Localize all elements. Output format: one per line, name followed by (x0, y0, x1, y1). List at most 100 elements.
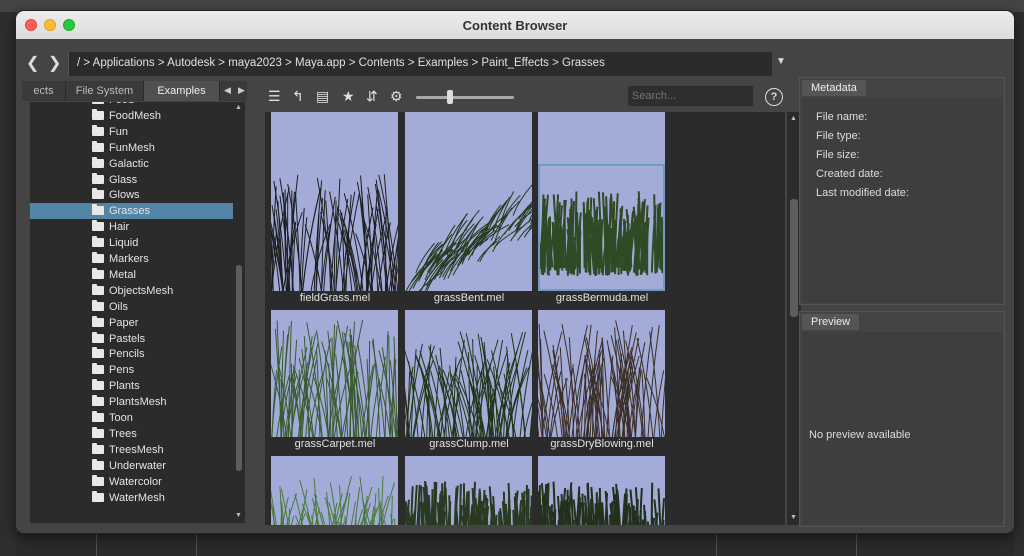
tab-scroll-left-icon[interactable]: ◀ (224, 81, 231, 99)
tree-item-metal[interactable]: Metal (30, 267, 233, 283)
folder-tree-scrollbar[interactable]: ▲ ▼ (233, 102, 245, 523)
grass-blade (657, 488, 662, 525)
tree-item-markers[interactable]: Markers (30, 251, 233, 267)
chevron-right-icon[interactable]: ❯ (48, 53, 61, 73)
folder-icon (92, 299, 104, 311)
background-app-bottom (16, 532, 1014, 556)
scroll-thumb[interactable] (790, 199, 798, 317)
file-name-label: grassCarpet.mel (294, 438, 376, 450)
tree-item-grasses[interactable]: Grasses (30, 203, 233, 220)
tree-item-oils[interactable]: Oils (30, 299, 233, 315)
tree-item-galactic[interactable]: Galactic (30, 156, 233, 172)
tree-item-label: Markers (109, 253, 149, 265)
tree-item-glows[interactable]: Glows (30, 187, 233, 203)
tree-item-treesmesh[interactable]: TreesMesh (30, 442, 233, 458)
back-up-icon[interactable]: ↰ (292, 87, 304, 105)
tab-projects[interactable]: ects (22, 81, 66, 101)
file-thumbnail[interactable] (538, 310, 665, 437)
folder-icon (92, 426, 104, 438)
grass-blade (557, 519, 560, 525)
tree-item-label: Trees (109, 427, 137, 440)
grass-blade (371, 340, 386, 437)
folder-icon (92, 411, 104, 422)
file-thumbnail[interactable] (538, 164, 665, 291)
tree-item-trees[interactable]: Trees (30, 426, 233, 442)
scroll-down-icon[interactable]: ▼ (790, 514, 797, 521)
grass-blade (604, 206, 608, 267)
file-thumbnail[interactable] (271, 456, 398, 525)
file-thumbnail[interactable] (405, 310, 532, 437)
tree-item-label: TreesMesh (109, 443, 164, 456)
file-thumbnail[interactable] (405, 164, 532, 291)
tree-item-pastels[interactable]: Pastels (30, 331, 233, 347)
tree-item-plantsmesh[interactable]: PlantsMesh (30, 394, 233, 410)
folder-panel: ects File System Examples ◀ ▶ FoodFoodMe… (22, 81, 247, 523)
help-icon[interactable]: ? (765, 88, 783, 106)
tree-item-label: Grasses (109, 205, 150, 218)
tree-item-fun[interactable]: Fun (30, 124, 233, 140)
tree-item-foodmesh[interactable]: FoodMesh (30, 108, 233, 124)
file-thumbnail[interactable] (538, 456, 665, 525)
scroll-thumb[interactable] (236, 265, 242, 471)
thumbnail-size-slider[interactable] (416, 96, 514, 99)
folder-icon (92, 363, 104, 375)
sort-icon[interactable]: ⇵ (366, 87, 378, 105)
metadata-tab[interactable]: Metadata (802, 80, 866, 96)
grass-preview-image (271, 174, 398, 291)
grass-preview-image (405, 481, 532, 525)
scroll-down-icon[interactable]: ▼ (235, 512, 242, 519)
slider-handle[interactable] (447, 90, 453, 104)
tab-file-system[interactable]: File System (66, 81, 144, 101)
tree-item-hair[interactable]: Hair (30, 219, 233, 235)
folder-icon (92, 315, 104, 327)
scroll-up-icon[interactable]: ▲ (235, 104, 242, 111)
gear-icon[interactable]: ⚙ (390, 87, 403, 105)
tree-item-objectsmesh[interactable]: ObjectsMesh (30, 283, 233, 299)
file-grid: cattail.melcornSilkGreen.melcornSilkYell… (265, 112, 785, 525)
new-folder-icon[interactable]: ▤ (316, 87, 329, 105)
tree-item-label: FoodMesh (109, 109, 161, 122)
file-thumbnail[interactable] (271, 310, 398, 437)
file-name-label: grassBent.mel (433, 292, 505, 304)
grass-blade (271, 478, 272, 525)
tree-item-plants[interactable]: Plants (30, 378, 233, 394)
grass-blade (525, 485, 528, 525)
tab-examples[interactable]: Examples (144, 81, 220, 101)
file-name-label: fieldGrass.mel (299, 292, 371, 304)
title-bar[interactable]: Content Browser (16, 11, 1014, 40)
tree-item-label: Pencils (109, 348, 145, 361)
path-dropdown-icon[interactable]: ▼ (776, 56, 786, 67)
folder-icon (92, 395, 104, 407)
path-bar[interactable]: / > Applications > Autodesk > maya2023 >… (68, 52, 772, 76)
preview-tab[interactable]: Preview (802, 314, 860, 330)
search-input[interactable] (628, 86, 753, 106)
tree-item-label: Watercolor (109, 475, 162, 488)
tree-item-label: Underwater (109, 459, 166, 472)
chevron-left-icon[interactable]: ❮ (26, 53, 39, 73)
file-thumbnail[interactable] (271, 164, 398, 291)
tree-item-glass[interactable]: Glass (30, 172, 233, 188)
tab-scroll-right-icon[interactable]: ▶ (238, 81, 245, 99)
tree-item-underwater[interactable]: Underwater (30, 458, 233, 474)
tree-item-toon[interactable]: Toon (30, 410, 233, 426)
grass-blade (563, 200, 567, 268)
tree-item-watermesh[interactable]: WaterMesh (30, 490, 233, 506)
background-app-left (0, 12, 16, 556)
divider (196, 532, 197, 556)
scroll-up-icon[interactable]: ▲ (790, 115, 797, 122)
grass-blade (310, 223, 331, 291)
tree-item-liquid[interactable]: Liquid (30, 235, 233, 251)
star-icon[interactable]: ★ (342, 87, 355, 105)
file-thumbnail[interactable] (405, 456, 532, 525)
tree-item-pencils[interactable]: Pencils (30, 346, 233, 362)
tree-item-pens[interactable]: Pens (30, 362, 233, 378)
list-icon[interactable]: ☰ (268, 87, 281, 105)
tree-item-funmesh[interactable]: FunMesh (30, 140, 233, 156)
grass-blade (390, 495, 393, 525)
grass-blade (420, 258, 444, 291)
tree-item-label: Glass (109, 173, 138, 186)
tree-item-label: Liquid (109, 237, 139, 250)
grass-blade (527, 518, 531, 525)
tree-item-paper[interactable]: Paper (30, 315, 233, 331)
tree-item-watercolor[interactable]: Watercolor (30, 474, 233, 490)
